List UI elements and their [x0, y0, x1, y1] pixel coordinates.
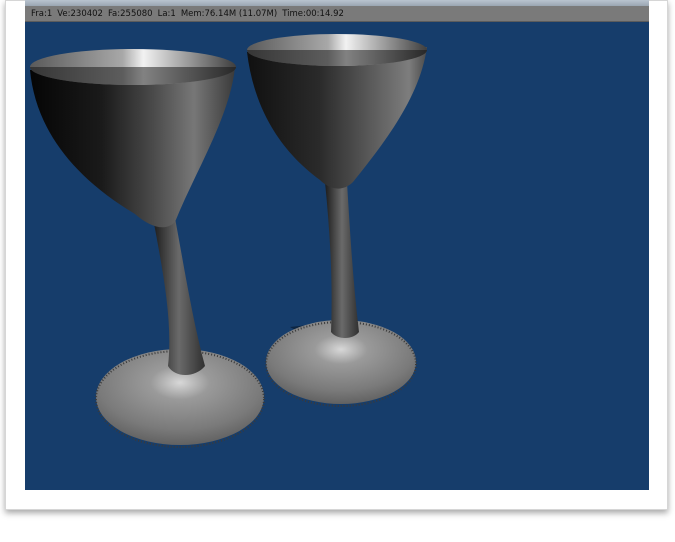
lamp-count: La:1 [157, 8, 176, 19]
wine-glass-right [247, 34, 427, 407]
wine-glass-left [30, 49, 265, 448]
render-time: Time:00:14.92 [282, 8, 344, 19]
vertex-count: Ve:230402 [57, 8, 103, 19]
face-count: Fa:255080 [107, 8, 153, 19]
render-status-bar: Fra:1 Ve:230402 Fa:255080 La:1 Mem:76.14… [25, 6, 649, 22]
frame-counter: Fra:1 [31, 8, 53, 19]
render-viewport [25, 22, 649, 490]
memory-usage: Mem:76.14M (11.07M) [180, 8, 278, 19]
